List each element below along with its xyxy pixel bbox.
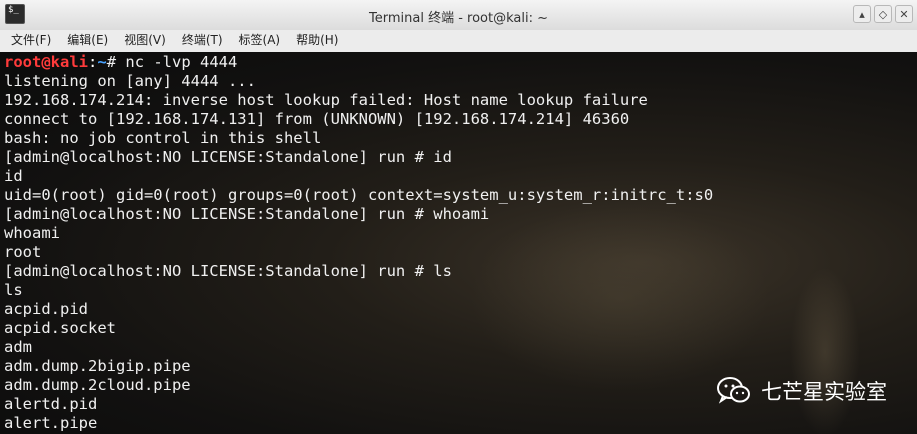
menu-terminal[interactable]: 终端(T) [177, 30, 228, 52]
watermark: 七芒星实验室 [717, 376, 887, 406]
output-line: adm [4, 338, 32, 356]
output-line: root [4, 243, 42, 261]
output-line: [admin@localhost:NO LICENSE:Standalone] … [4, 148, 452, 166]
output-line: [admin@localhost:NO LICENSE:Standalone] … [4, 205, 490, 223]
wechat-icon [717, 377, 750, 404]
menu-tabs[interactable]: 标签(A) [234, 30, 286, 52]
menu-help[interactable]: 帮助(H) [291, 30, 343, 52]
watermark-text: 七芒星实验室 [761, 380, 887, 404]
menu-edit[interactable]: 编辑(E) [62, 30, 113, 52]
output-line: ls [4, 281, 23, 299]
restore-button[interactable]: ◇ [874, 5, 892, 23]
output-line: bash: no job control in this shell [4, 129, 322, 147]
background-figure [790, 267, 860, 434]
prompt-user-host: root@kali [4, 53, 88, 71]
output-line: listening on [any] 4444 ... [4, 72, 256, 90]
close-button[interactable]: ✕ [895, 5, 913, 23]
output-line: alertd.pid [4, 395, 98, 413]
output-line: adm.dump.2cloud.pipe [4, 376, 191, 394]
output-line: [admin@localhost:NO LICENSE:Standalone] … [4, 262, 452, 280]
output-line: alert.pipe [4, 414, 98, 432]
output-line: whoami [4, 224, 60, 242]
output-line: acpid.socket [4, 319, 116, 337]
title-bar[interactable]: $_ Terminal 终端 - root@kali: ~ ▴ ◇ ✕ [0, 0, 917, 31]
prompt-path: ~ [97, 53, 107, 71]
window-title: Terminal 终端 - root@kali: ~ [369, 11, 548, 26]
terminal-output: root@kali:~# nc -lvp 4444 listening on [… [4, 53, 713, 433]
prompt-colon: : [88, 53, 98, 71]
menu-bar: 文件(F) 编辑(E) 视图(V) 终端(T) 标签(A) 帮助(H) [0, 30, 917, 53]
prompt-symbol: # [106, 53, 126, 71]
output-line: adm.dump.2bigip.pipe [4, 357, 191, 375]
menu-view[interactable]: 视图(V) [119, 30, 171, 52]
output-line: id [4, 167, 23, 185]
output-line: acpid.pid [4, 300, 88, 318]
terminal-window: $_ Terminal 终端 - root@kali: ~ ▴ ◇ ✕ 文件(F… [0, 0, 917, 434]
prompt-line: root@kali:~# nc -lvp 4444 [4, 53, 713, 72]
terminal-area[interactable]: root@kali:~# nc -lvp 4444 listening on [… [0, 52, 917, 434]
output-line: uid=0(root) gid=0(root) groups=0(root) c… [4, 186, 714, 204]
prompt-command: nc -lvp 4444 [125, 53, 238, 71]
output-line: 192.168.174.214: inverse host lookup fai… [4, 91, 648, 109]
minimize-button[interactable]: ▴ [853, 5, 871, 23]
output-line: connect to [192.168.174.131] from (UNKNO… [4, 110, 630, 128]
menu-file[interactable]: 文件(F) [6, 30, 56, 52]
window-controls: ▴ ◇ ✕ [853, 5, 913, 23]
